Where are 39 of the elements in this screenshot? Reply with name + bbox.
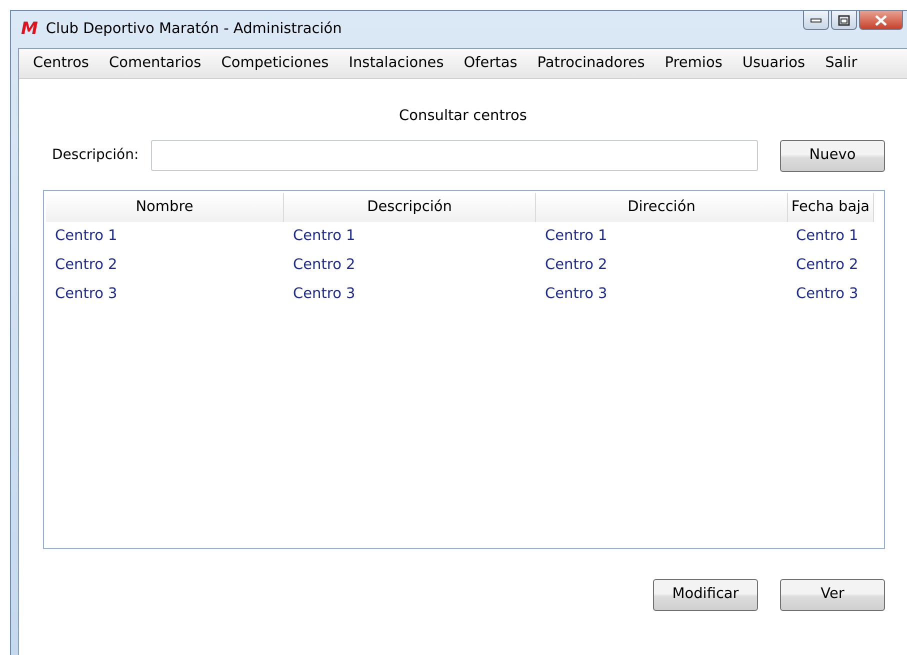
maximize-icon: [838, 14, 850, 26]
table-cell-text: Centro 1: [54, 226, 118, 246]
column-header[interactable]: Nombre: [46, 192, 284, 222]
page-heading: Consultar centros: [398, 107, 528, 126]
table-cell-text: Centro 1: [544, 226, 608, 246]
field-label: Descripción:: [52, 146, 139, 166]
table-cell-text: Centro 3: [795, 284, 860, 304]
window-title: Club Deportivo Maratón - Administración: [46, 20, 342, 39]
table-cell-text: Centro 1: [795, 226, 860, 246]
view-button[interactable]: Ver: [780, 578, 885, 611]
column-header[interactable]: Dirección: [536, 192, 788, 222]
app-logo: M: [21, 21, 38, 38]
menu-item[interactable]: Usuarios: [732, 52, 816, 74]
column-header[interactable]: Descripción: [284, 192, 536, 222]
menu-item[interactable]: Salir: [815, 52, 868, 74]
menu-item[interactable]: Centros: [23, 52, 99, 74]
table-cell-text: Centro 2: [795, 256, 860, 275]
menu-item[interactable]: Premios: [654, 52, 732, 74]
table-cell-text: Centro 3: [544, 284, 608, 304]
menu-item[interactable]: Comentarios: [99, 52, 212, 74]
maximize-button[interactable]: [831, 11, 857, 30]
menu-item[interactable]: Instalaciones: [338, 52, 454, 74]
minimize-button[interactable]: [803, 11, 829, 30]
column-header[interactable]: Fecha baja: [788, 192, 874, 222]
description-field[interactable]: [150, 140, 758, 172]
table-cell-text: Centro 3: [292, 284, 356, 304]
close-button[interactable]: [859, 11, 903, 30]
table-cell-text: Centro 3: [54, 284, 118, 304]
modify-button[interactable]: Modificar: [653, 578, 758, 611]
close-icon: [874, 14, 888, 26]
new-button[interactable]: Nuevo: [780, 140, 885, 172]
menu-item[interactable]: Patrocinadores: [527, 52, 655, 74]
table-cell-text: Centro 2: [54, 256, 118, 275]
table-cell-text: Centro 1: [292, 226, 356, 246]
minimize-icon: [810, 17, 822, 23]
menu-item[interactable]: Ofertas: [454, 52, 528, 74]
table-cell-text: Centro 2: [544, 256, 608, 275]
table-cell-text: Centro 2: [292, 256, 356, 275]
menu-item[interactable]: Competiciones: [211, 52, 339, 74]
